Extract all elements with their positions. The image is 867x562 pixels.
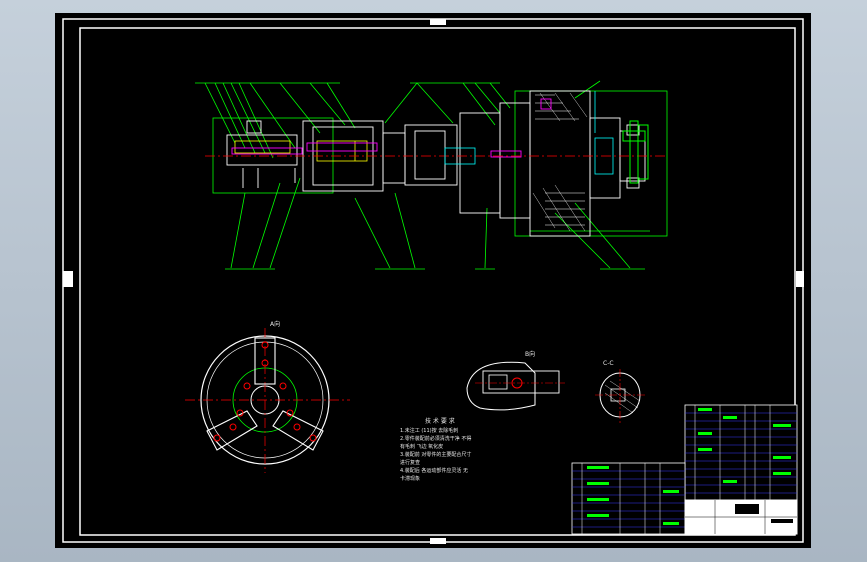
cad-drawing-viewport[interactable]: A向 B向 C-C 技 术 要 求 1.未注工 (11)按 去除毛刺 2.零件装… (55, 13, 811, 548)
technical-notes: 技 术 要 求 1.未注工 (11)按 去除毛刺 2.零件装配前必须清洗干净 不… (400, 417, 471, 482)
main-assembly-view (195, 80, 668, 270)
tech-note-line: 4.装配后 各运动部件应灵活 无 (400, 467, 468, 474)
b-view-detail: B向 (466, 350, 565, 411)
parts-list-upper (684, 404, 798, 501)
section-label-b: B向 (525, 350, 535, 358)
section-label-a: A向 (270, 320, 280, 328)
tech-note-line: 2.零件装配前必须清洗干净 不得 (400, 435, 471, 442)
tech-notes-title: 技 术 要 求 (425, 417, 455, 425)
tech-note-line: 卡滞现象 (400, 475, 420, 482)
tech-note-line: 有毛刺 飞边 氧化皮 (400, 443, 443, 450)
chuck-front-view: A向 (185, 320, 350, 473)
tech-note-line: 1.未注工 (11)按 去除毛刺 (400, 427, 458, 434)
parts-list-lower (571, 462, 686, 535)
section-label-c: C-C (603, 360, 614, 367)
tech-note-line: 3.装配前 对零件的主要配合尺寸 (400, 451, 471, 458)
tech-note-line: 进行复查 (400, 459, 420, 466)
frame-mark-left (63, 271, 73, 287)
c-c-section-view: C-C (595, 360, 647, 423)
frame-mark-top (430, 19, 446, 25)
title-block (684, 499, 798, 535)
frame-mark-bottom (430, 538, 446, 544)
cad-drawing: A向 B向 C-C 技 术 要 求 1.未注工 (11)按 去除毛刺 2.零件装… (62, 18, 804, 544)
frame-mark-right (796, 271, 804, 287)
